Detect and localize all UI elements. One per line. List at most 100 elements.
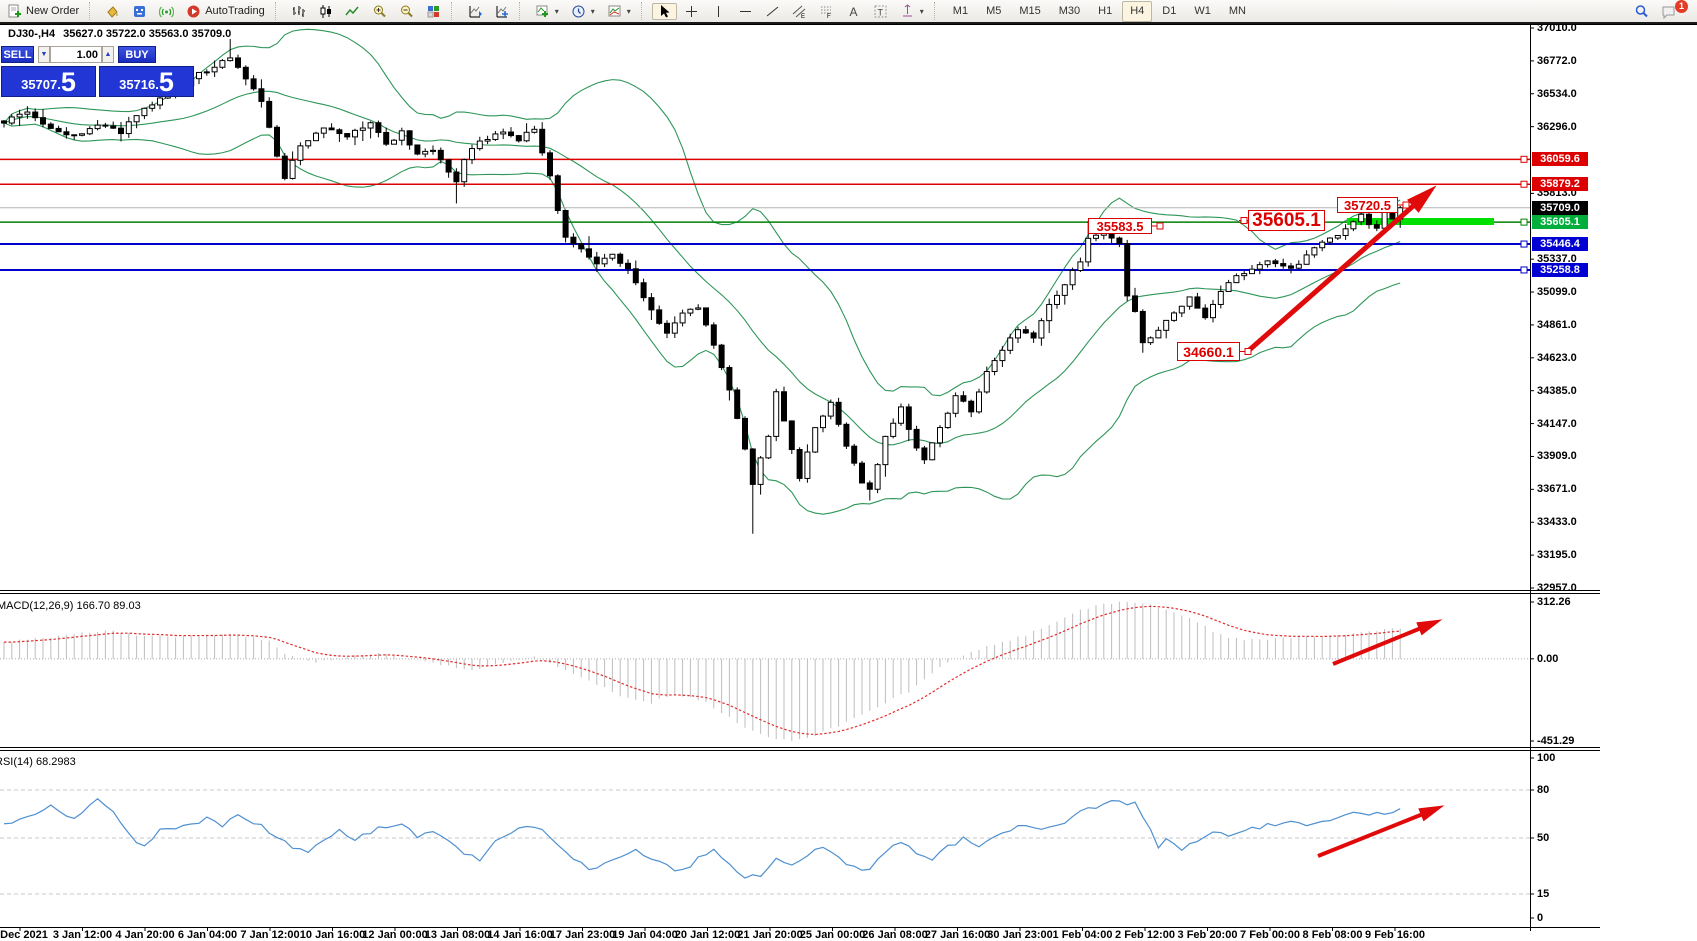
volume-increase-button[interactable]: ▲ xyxy=(102,46,114,63)
zoom-out-icon xyxy=(399,4,414,19)
rsi-tick-label: 15 xyxy=(1537,888,1549,901)
horizontal-line-button[interactable] xyxy=(733,3,758,20)
price-line-badge: 35709.0 xyxy=(1532,201,1588,215)
zoom-in-icon xyxy=(372,4,387,19)
main-toolbar: New Order AutoTrading ▾ ▾ ▾ E F A T ▾ M1… xyxy=(0,0,1697,22)
text-button[interactable]: A xyxy=(841,3,866,20)
crosshair-icon xyxy=(684,4,699,19)
zoom-out-button[interactable] xyxy=(394,3,419,20)
bucket-icon xyxy=(105,4,120,19)
timeframe-w1[interactable]: W1 xyxy=(1186,1,1219,22)
price-tick-label: 35099.0 xyxy=(1537,286,1577,299)
template-icon xyxy=(607,4,622,19)
dropdown-caret-icon: ▾ xyxy=(920,7,924,16)
timeframe-h4[interactable]: H4 xyxy=(1122,1,1152,22)
price-tick-label: 36534.0 xyxy=(1537,88,1577,101)
template-button[interactable]: ▾ xyxy=(602,3,636,20)
price-tick-label: 34147.0 xyxy=(1537,418,1577,431)
signals-button[interactable] xyxy=(154,3,179,20)
object-window-button[interactable] xyxy=(489,3,514,20)
tile-windows-icon xyxy=(426,4,441,19)
candle-chart-button[interactable] xyxy=(313,3,338,20)
window-border xyxy=(0,22,1697,24)
experts-icon xyxy=(132,4,147,19)
new-order-label: New Order xyxy=(26,5,79,17)
timeframe-m30[interactable]: M30 xyxy=(1051,1,1088,22)
symbol-period-label: DJ30-,H4 xyxy=(8,28,55,40)
text-label-button[interactable]: T xyxy=(868,3,893,20)
dropdown-caret-icon: ▾ xyxy=(627,7,631,16)
rsi-indicator-label: RSI(14) 68.2983 xyxy=(0,756,76,768)
timeframe-mn[interactable]: MN xyxy=(1221,1,1254,22)
price-tick-label: 34861.0 xyxy=(1537,319,1577,332)
trendline-button[interactable] xyxy=(760,3,785,20)
horizontal-line-icon xyxy=(738,4,753,19)
cursor-button[interactable] xyxy=(652,3,677,20)
dropdown-caret-icon: ▾ xyxy=(591,7,595,16)
sell-price-pips: 5 xyxy=(61,69,76,95)
sell-price-main: 35707. xyxy=(21,75,61,95)
search-button[interactable] xyxy=(1629,3,1654,20)
fibonacci-button[interactable]: F xyxy=(814,3,839,20)
toolbar-separator xyxy=(451,2,457,20)
indicator-window-icon xyxy=(467,4,482,19)
channel-icon: E xyxy=(792,4,807,19)
experts-button[interactable] xyxy=(127,3,152,20)
svg-text:E: E xyxy=(801,14,805,19)
arrows-icon xyxy=(900,4,915,19)
arrows-button[interactable]: ▾ xyxy=(895,3,929,20)
styler-button[interactable] xyxy=(100,3,125,20)
price-line-badge: 35446.4 xyxy=(1532,237,1588,251)
timeframe-d1[interactable]: D1 xyxy=(1154,1,1184,22)
buy-price-display[interactable]: 35716. 5 xyxy=(99,66,194,97)
toolbar-separator xyxy=(641,2,647,20)
price-annotation[interactable]: 35720.5 xyxy=(1337,197,1398,213)
price-annotation[interactable]: 35605.1 xyxy=(1248,210,1325,231)
axis-ticks xyxy=(20,28,1534,931)
price-annotation[interactable]: 35583.5 xyxy=(1088,218,1152,234)
indicator-window-button[interactable] xyxy=(462,3,487,20)
svg-text:T: T xyxy=(877,7,883,17)
chart-title: DJ30-,H435627.0 35722.0 35563.0 35709.0 xyxy=(8,28,231,40)
vertical-line-icon xyxy=(711,4,726,19)
chart-canvas[interactable] xyxy=(0,0,1697,941)
sell-button[interactable]: SELL xyxy=(1,46,34,63)
bar-chart-button[interactable] xyxy=(286,3,311,20)
chat-unread-badge: 1 xyxy=(1675,0,1688,13)
autotrading-icon xyxy=(186,4,201,19)
new-order-button[interactable]: New Order xyxy=(2,3,84,20)
macd-tick-label: 0.00 xyxy=(1537,653,1558,666)
period-button[interactable]: ▾ xyxy=(566,3,600,20)
chat-button[interactable]: 1 xyxy=(1656,3,1681,20)
volume-decrease-button[interactable]: ▼ xyxy=(38,46,50,63)
price-tick-label: 33909.0 xyxy=(1537,450,1577,463)
channel-button[interactable]: E xyxy=(787,3,812,20)
time-tick-label: 9 Feb 16:00 xyxy=(1353,929,1437,941)
buy-button[interactable]: BUY xyxy=(118,46,156,63)
add-indicator-button[interactable]: ▾ xyxy=(530,3,564,20)
sell-price-display[interactable]: 35707. 5 xyxy=(1,66,96,97)
vertical-line-button[interactable] xyxy=(706,3,731,20)
text-icon: A xyxy=(846,4,861,19)
chart-window: DJ30-,H435627.0 35722.0 35563.0 35709.0 … xyxy=(0,0,1697,941)
zoom-in-button[interactable] xyxy=(367,3,392,20)
rsi-indicator xyxy=(0,790,1530,894)
toolbar-separator xyxy=(89,2,95,20)
volume-input[interactable] xyxy=(50,46,102,63)
signal-icon xyxy=(159,4,174,19)
timeframe-m5[interactable]: M5 xyxy=(978,1,1009,22)
timeframe-m15[interactable]: M15 xyxy=(1011,1,1048,22)
line-chart-button[interactable] xyxy=(340,3,365,20)
macd-tick-label: 312.26 xyxy=(1537,596,1571,609)
price-annotation[interactable]: 34660.1 xyxy=(1177,342,1240,361)
price-line-badge: 35605.1 xyxy=(1532,215,1588,229)
price-tick-label: 34623.0 xyxy=(1537,352,1577,365)
cursor-icon xyxy=(657,4,672,19)
autotrading-button[interactable]: AutoTrading xyxy=(181,3,270,20)
one-click-trading-panel: SELL ▼ ▲ BUY 35707. 5 35716. 5 xyxy=(1,46,195,97)
crosshair-button[interactable] xyxy=(679,3,704,20)
timeframe-m1[interactable]: M1 xyxy=(945,1,976,22)
tile-windows-button[interactable] xyxy=(421,3,446,20)
price-tick-label: 32957.0 xyxy=(1537,582,1577,595)
timeframe-h1[interactable]: H1 xyxy=(1090,1,1120,22)
